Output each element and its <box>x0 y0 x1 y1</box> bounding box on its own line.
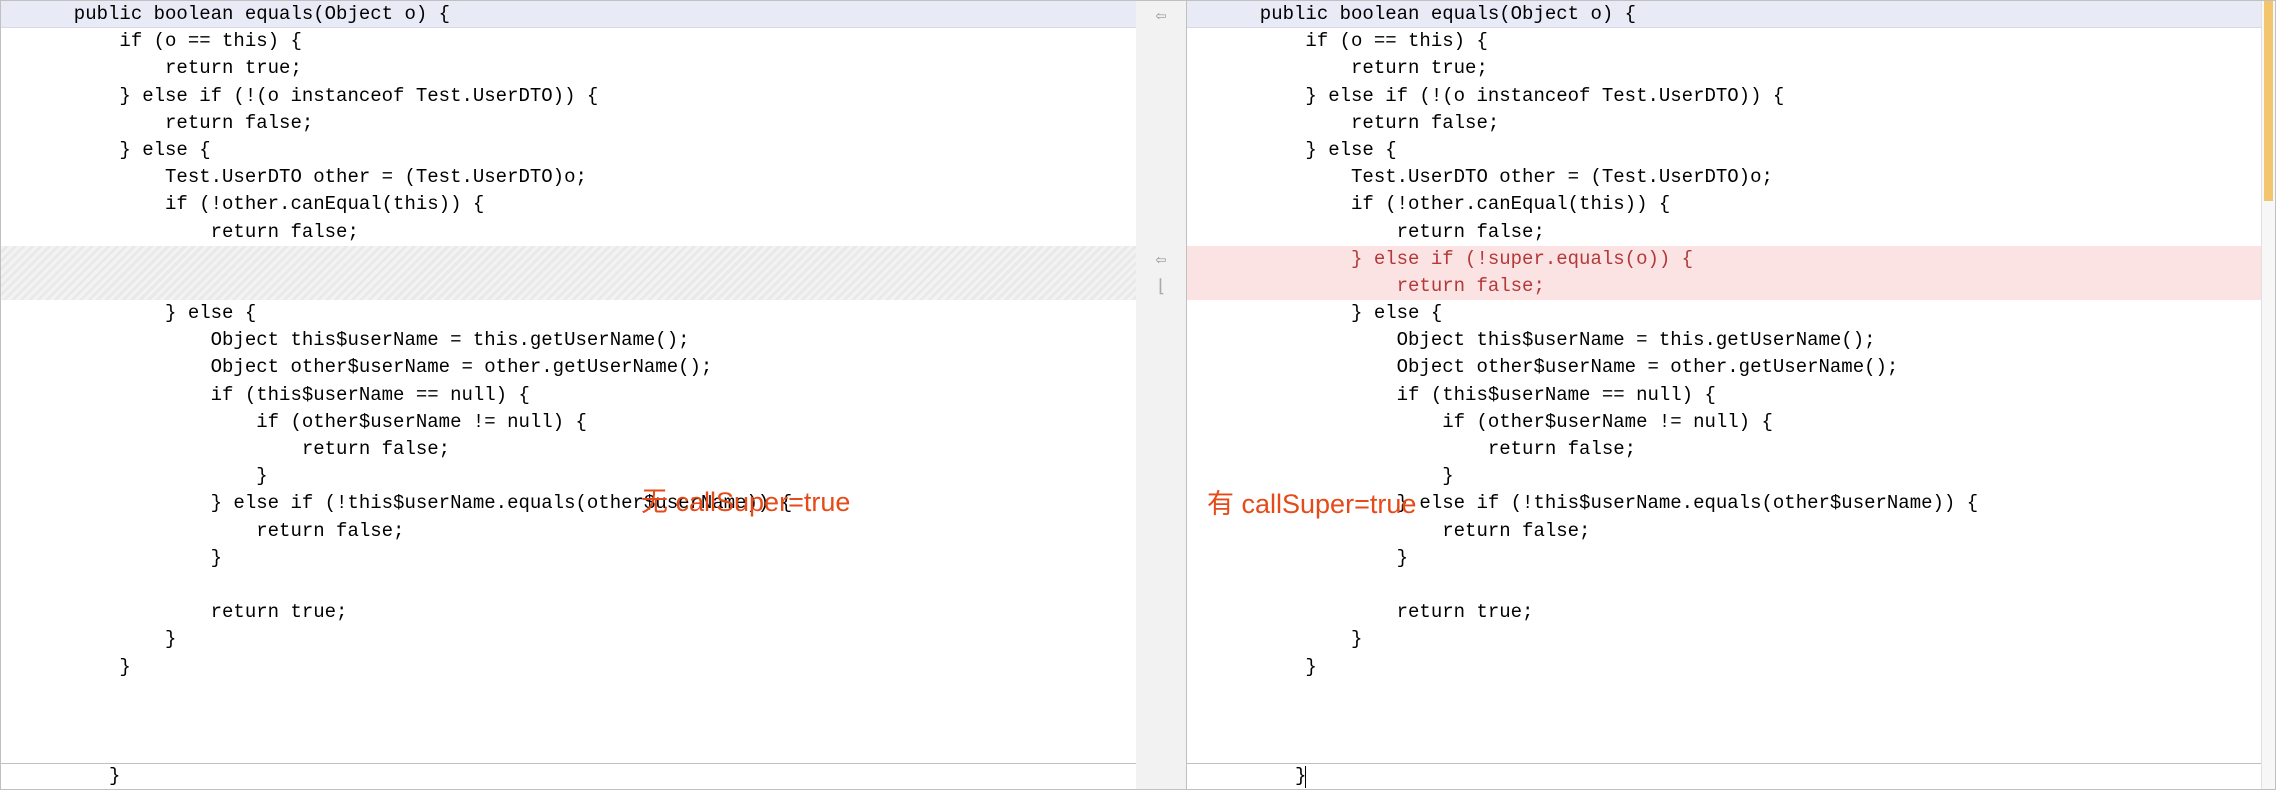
code-line-gap[interactable] <box>1 246 1136 300</box>
code-line[interactable]: Test.UserDTO other = (Test.UserDTO)o; <box>1187 164 2275 191</box>
code-line[interactable]: } <box>1 463 1136 490</box>
code-line[interactable]: } else if (!this$userName.equals(other$u… <box>1187 490 2275 517</box>
left-code-area[interactable]: public boolean equals(Object o) { if (o … <box>1 1 1136 763</box>
code-line[interactable]: return true; <box>1 55 1136 82</box>
code-line[interactable]: } <box>1 654 1136 681</box>
code-line[interactable]: Test.UserDTO other = (Test.UserDTO)o; <box>1 164 1136 191</box>
code-line[interactable]: if (o == this) { <box>1 28 1136 55</box>
gutter-diff-bracket[interactable]: ⌊ <box>1136 274 1186 301</box>
code-line[interactable]: return false; <box>1187 518 2275 545</box>
gutter-diff-arrow[interactable]: ⇦ <box>1136 247 1186 274</box>
code-line[interactable] <box>1187 572 2275 599</box>
code-line[interactable]: } <box>1187 654 2275 681</box>
bracket-icon: ⌊ <box>1156 279 1167 297</box>
arrow-left-icon: ⇦ <box>1156 252 1167 270</box>
code-line[interactable]: } else { <box>1 300 1136 327</box>
code-line[interactable]: if (!other.canEqual(this)) { <box>1 191 1136 218</box>
right-code-area[interactable]: public boolean equals(Object o) { if (o … <box>1187 1 2275 763</box>
code-line[interactable]: } <box>1187 626 2275 653</box>
code-line[interactable]: public boolean equals(Object o) { <box>1187 1 2275 28</box>
code-line[interactable]: if (other$userName != null) { <box>1187 409 2275 436</box>
code-line[interactable]: Object other$userName = other.getUserNam… <box>1 354 1136 381</box>
code-line[interactable]: if (this$userName == null) { <box>1187 382 2275 409</box>
code-line[interactable]: if (this$userName == null) { <box>1 382 1136 409</box>
left-bottom-text: } <box>109 763 120 790</box>
code-line[interactable]: } <box>1187 545 2275 572</box>
code-line[interactable]: } <box>1 626 1136 653</box>
diff-left-pane: public boolean equals(Object o) { if (o … <box>0 0 1136 790</box>
code-line[interactable]: return false; <box>1 219 1136 246</box>
code-line[interactable]: Object this$userName = this.getUserName(… <box>1187 327 2275 354</box>
code-line[interactable]: } <box>1187 463 2275 490</box>
code-line[interactable]: return false; <box>1187 110 2275 137</box>
code-line[interactable]: return false; <box>1 518 1136 545</box>
gutter-top-marker[interactable]: ⇦ <box>1136 3 1186 30</box>
code-line[interactable]: return false; <box>1 110 1136 137</box>
diff-right-pane: public boolean equals(Object o) { if (o … <box>1186 0 2276 790</box>
code-line[interactable]: } else if (!this$userName.equals(other$u… <box>1 490 1136 517</box>
code-line[interactable]: if (o == this) { <box>1187 28 2275 55</box>
code-line[interactable]: } <box>1 545 1136 572</box>
change-indicator[interactable] <box>2264 1 2273 201</box>
code-line[interactable]: } else if (!(o instanceof Test.UserDTO))… <box>1 83 1136 110</box>
code-line[interactable]: return true; <box>1187 599 2275 626</box>
code-line[interactable] <box>1 572 1136 599</box>
code-line[interactable]: } else { <box>1 137 1136 164</box>
text-cursor <box>1305 766 1306 788</box>
code-line[interactable]: return true; <box>1187 55 2275 82</box>
code-line-added[interactable]: return false; <box>1187 273 2275 300</box>
code-line[interactable]: Object other$userName = other.getUserNam… <box>1187 354 2275 381</box>
code-line[interactable]: public boolean equals(Object o) { <box>1 1 1136 28</box>
right-change-strip[interactable] <box>2261 1 2275 789</box>
diff-gutter: ⇦ ⇦ ⌊ <box>1136 0 1186 790</box>
code-line[interactable]: return true; <box>1 599 1136 626</box>
code-line[interactable]: if (!other.canEqual(this)) { <box>1187 191 2275 218</box>
code-line[interactable]: return false; <box>1187 436 2275 463</box>
code-line[interactable]: return false; <box>1187 219 2275 246</box>
code-line[interactable]: return false; <box>1 436 1136 463</box>
code-line[interactable]: } else if (!(o instanceof Test.UserDTO))… <box>1187 83 2275 110</box>
code-line[interactable]: } else { <box>1187 137 2275 164</box>
code-line[interactable]: Object this$userName = this.getUserName(… <box>1 327 1136 354</box>
code-line[interactable]: } else { <box>1187 300 2275 327</box>
code-line[interactable]: if (other$userName != null) { <box>1 409 1136 436</box>
left-bottom-bar: } <box>1 763 1136 789</box>
right-bottom-bar: } <box>1187 763 2275 789</box>
code-line-added[interactable]: } else if (!super.equals(o)) { <box>1187 246 2275 273</box>
arrow-left-icon: ⇦ <box>1156 8 1167 26</box>
